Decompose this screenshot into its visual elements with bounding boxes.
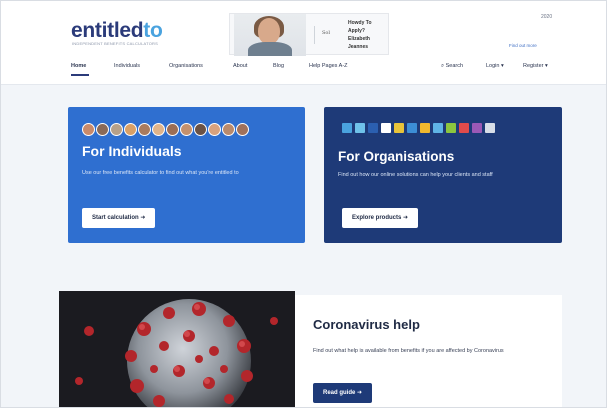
arrow-right-icon: ➜ [403,215,409,221]
advert-photo [234,14,306,56]
partner-logo-icon [368,123,378,133]
partner-logo-icon [485,123,495,133]
advert-text-line2: Elizabeth Jeannes [348,36,370,50]
logo-tagline: INDEPENDENT BENEFITS CALCULATORS [72,41,158,46]
partner-logo-icon [420,123,430,133]
advert-text-line1: Howdy To Apply? [348,20,372,34]
nav-home[interactable]: Home [71,63,86,69]
partner-logo-icon [459,123,469,133]
logo-main-text: entitled [71,19,144,42]
nav-about[interactable]: About [233,63,247,69]
partner-logo-icon [394,123,404,133]
partner-logo-icon [446,123,456,133]
advert-divider [314,26,315,44]
header-top-right: 2020 [541,14,553,20]
avatar [180,123,193,136]
coronavirus-help-card: Coronavirus help Find out what help is a… [295,295,562,407]
avatar [236,123,249,136]
nav-search-label: Search [445,63,464,69]
find-out-more-link[interactable]: Find out more [509,43,537,48]
partner-logo-icon [355,123,365,133]
avatar [124,123,137,136]
partner-logo-icon [472,123,482,133]
avatar [194,123,207,136]
logo-accent-text: to [143,19,163,42]
partner-logo-icon [342,123,352,133]
start-calculation-button[interactable]: Start calculation ➜ [82,208,156,228]
nav-login-label: Login [486,63,500,69]
nav-register-label: Register [523,63,544,69]
partner-logo-icon [407,123,417,133]
avatar [138,123,151,136]
advert-signature: Sol [322,30,331,36]
individuals-card: For Individuals Use our free benefits ca… [68,107,305,243]
coronavirus-illustration [59,291,295,407]
nav-individuals[interactable]: Individuals [114,63,140,69]
avatar [96,123,109,136]
partner-logo-icon [381,123,391,133]
avatar [110,123,123,136]
avatar [152,123,165,136]
partner-logo-icon [433,123,443,133]
avatar [166,123,179,136]
coronavirus-image [59,291,295,407]
avatar [222,123,235,136]
advert-photo-face [258,18,280,44]
explore-products-button[interactable]: Explore products ➜ [342,208,419,228]
header-advert[interactable]: Sol Howdy To Apply? Elizabeth Jeannes [229,13,389,56]
nav-active-underline [71,74,89,76]
arrow-right-icon: ➜ [140,215,146,221]
individuals-description: Use our free benefits calculator to find… [82,170,239,176]
advert-text: Howdy To Apply? Elizabeth Jeannes [348,19,388,51]
explore-products-label: Explore products [352,215,402,221]
nav-search[interactable]: ⌕ Search [441,63,463,70]
arrow-right-icon: ➜ [357,390,363,396]
coronavirus-title: Coronavirus help [313,317,420,332]
organisations-card: For Organisations Find out how our onlin… [324,107,562,243]
start-calculation-label: Start calculation [92,215,139,221]
read-guide-button[interactable]: Read guide ➜ [313,383,373,403]
avatar [82,123,95,136]
organisations-title: For Organisations [338,149,455,164]
advert-photo-body [248,42,292,56]
read-guide-label: Read guide [323,390,356,396]
nav-register[interactable]: Register ▾ [523,63,548,69]
chevron-down-icon: ▾ [499,63,504,69]
chevron-down-icon: ▾ [543,63,548,69]
individuals-title: For Individuals [82,143,182,159]
nav-organisations[interactable]: Organisations [169,63,203,69]
browser-page: entitledto INDEPENDENT BENEFITS CALCULAT… [0,0,607,408]
site-header: entitledto INDEPENDENT BENEFITS CALCULAT… [1,1,606,85]
avatar [208,123,221,136]
site-logo[interactable]: entitledto [71,19,163,43]
nav-login[interactable]: Login ▾ [486,63,504,69]
organisations-description: Find out how our online solutions can he… [338,172,493,178]
main-nav: Home Individuals Organisations About Blo… [71,61,571,77]
nav-help-pages[interactable]: Help Pages A-Z [309,63,348,69]
coronavirus-description: Find out what help is available from ben… [313,348,504,354]
nav-blog[interactable]: Blog [273,63,284,69]
